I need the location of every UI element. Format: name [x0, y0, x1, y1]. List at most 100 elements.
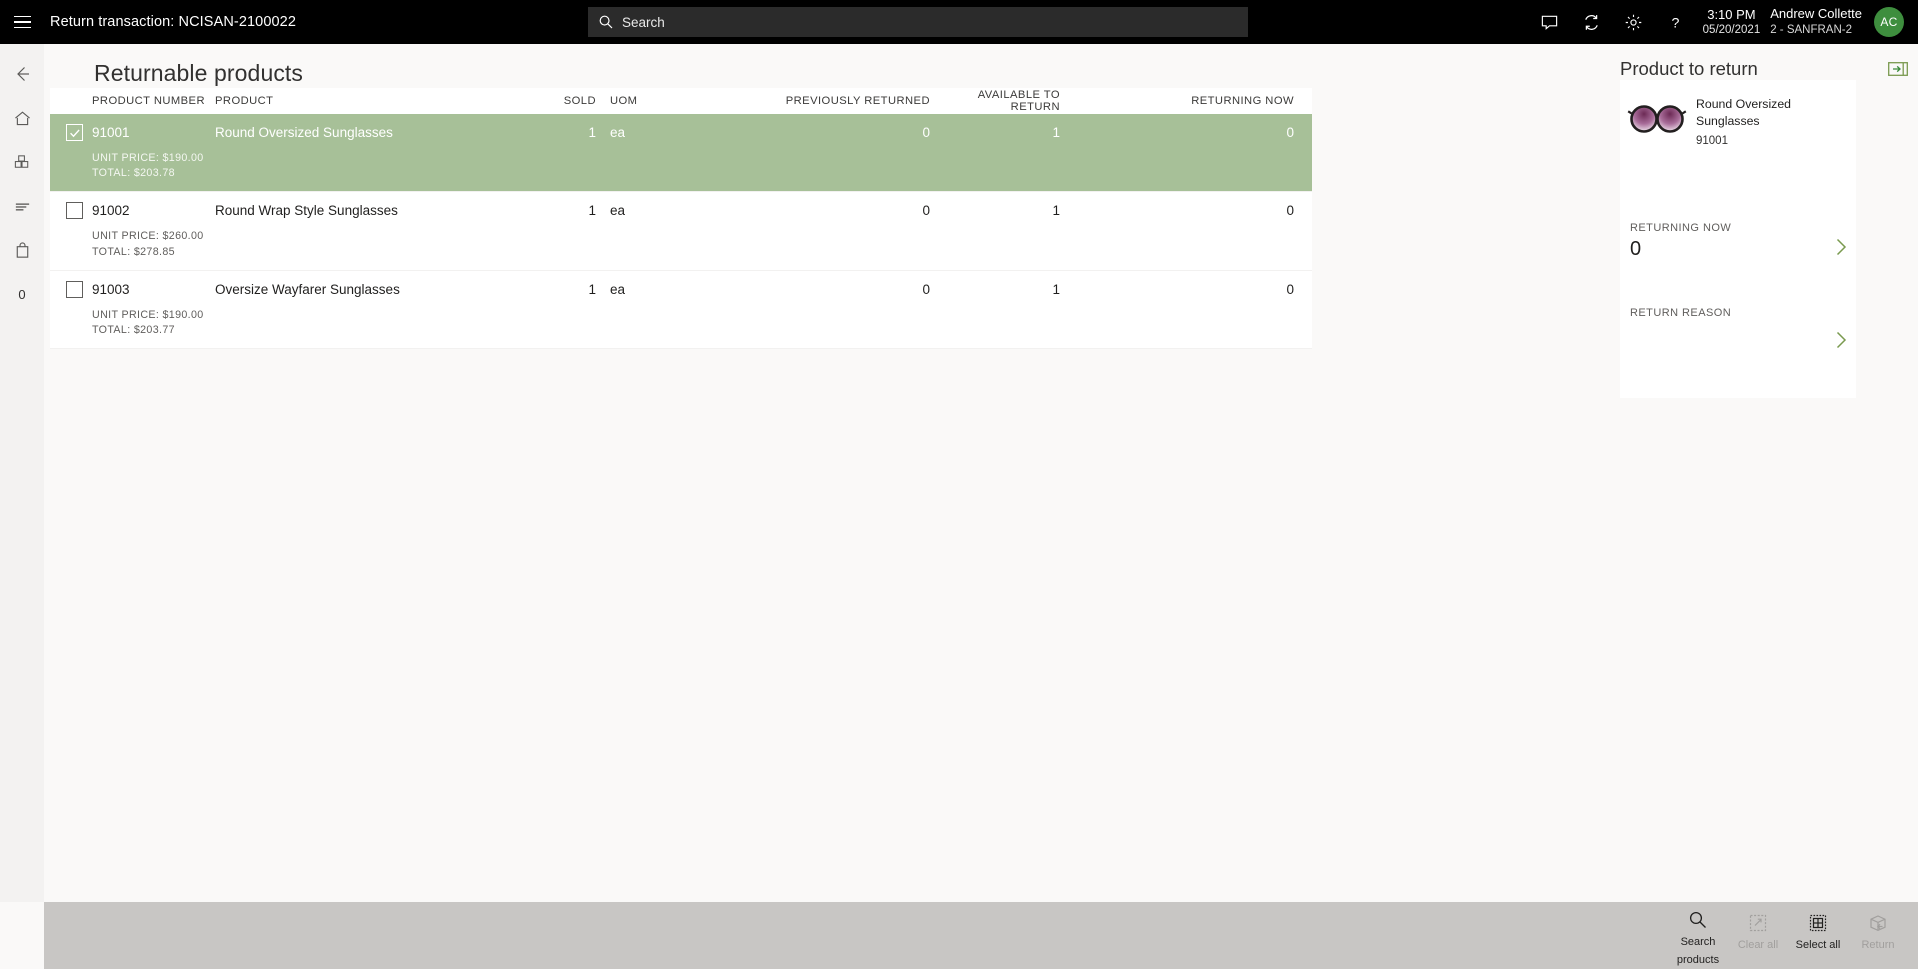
- header-previously-returned: PREVIOUSLY RETURNED: [785, 95, 930, 107]
- cell-previously-returned: 0: [922, 203, 930, 219]
- header-uom: UOM: [610, 95, 638, 107]
- bag-icon[interactable]: [0, 228, 44, 272]
- cell-unit-price: UNIT PRICE: $260.00: [92, 230, 204, 243]
- table-row[interactable]: 91001 Round Oversized Sunglasses 1 ea 0 …: [50, 114, 1312, 193]
- expand-panel-icon[interactable]: [1888, 62, 1908, 76]
- cell-total: TOTAL: $203.77: [92, 323, 175, 336]
- returning-now-label: RETURNING NOW: [1630, 222, 1732, 234]
- user-name: Andrew Collette: [1770, 6, 1862, 22]
- search-icon: [599, 15, 613, 29]
- product-to-return-card: Round Oversized Sunglasses 91001 RETURNI…: [1620, 80, 1856, 398]
- cell-unit-price: UNIT PRICE: $190.00: [92, 152, 204, 164]
- returning-now-field[interactable]: RETURNING NOW 0: [1630, 222, 1847, 261]
- row-checkbox[interactable]: [66, 202, 83, 220]
- cell-returning-now: 0: [1286, 203, 1294, 219]
- search-products-label-line1: Search: [1680, 935, 1716, 948]
- cell-available-to-return: 1: [1052, 125, 1060, 140]
- row-checkbox-cell[interactable]: [50, 280, 92, 298]
- back-icon[interactable]: [0, 52, 44, 96]
- top-bar-actions: ? 3:10 PM 05/20/2021 Andrew Collette 2 -…: [1529, 0, 1918, 44]
- svg-text:?: ?: [1672, 15, 1680, 31]
- select-all-label: Select all: [1795, 938, 1841, 951]
- products-icon[interactable]: [0, 140, 44, 184]
- grid-header-row: PRODUCT NUMBER PRODUCT SOLD UOM PREVIOUS…: [50, 88, 1312, 114]
- journal-icon[interactable]: [0, 184, 44, 228]
- search-products-label-line2: products: [1676, 953, 1720, 966]
- cell-returning-now: 0: [1286, 281, 1294, 297]
- sync-icon[interactable]: [1571, 0, 1613, 44]
- clock-time: 3:10 PM: [1707, 6, 1756, 22]
- panel-product-number: 91001: [1696, 135, 1728, 148]
- header-product-number: PRODUCT NUMBER: [92, 95, 206, 107]
- chat-icon[interactable]: [1529, 0, 1571, 44]
- cell-uom: ea: [610, 125, 626, 140]
- cell-total: TOTAL: $278.85: [92, 245, 175, 258]
- command-bar: Search products Clear all Select all Ret…: [44, 902, 1918, 969]
- cell-sold: 1: [588, 281, 596, 297]
- select-all-icon: [1808, 912, 1828, 934]
- return-box-icon: [1868, 912, 1888, 934]
- cell-product-number: 91002: [92, 203, 130, 219]
- clear-all-label: Clear all: [1737, 938, 1779, 951]
- user-info[interactable]: Andrew Collette 2 - SANFRAN-2: [1770, 6, 1862, 38]
- returning-now-value: 0: [1630, 238, 1642, 260]
- avatar[interactable]: AC: [1874, 7, 1904, 37]
- search-input[interactable]: Search: [588, 7, 1248, 37]
- left-rail: 0: [0, 44, 44, 902]
- cart-count[interactable]: 0: [0, 272, 44, 316]
- return-label: Return: [1861, 938, 1895, 951]
- return-reason-label: RETURN REASON: [1630, 307, 1732, 319]
- cell-previously-returned: 0: [922, 125, 930, 140]
- select-all-button[interactable]: Select all: [1788, 908, 1848, 964]
- product-to-return-panel: Product to return Round Oversized Sungla…: [1614, 44, 1918, 902]
- panel-product-name: Round Oversized Sunglasses: [1696, 97, 1792, 128]
- header-returning-now: RETURNING NOW: [1191, 95, 1294, 107]
- row-checkbox[interactable]: [66, 124, 83, 141]
- cell-sold: 1: [588, 125, 596, 140]
- hamburger-icon[interactable]: [0, 0, 44, 44]
- header-available-to-return: AVAILABLE TO RETURN: [977, 89, 1060, 113]
- returnable-products-grid: PRODUCT NUMBER PRODUCT SOLD UOM PREVIOUS…: [50, 88, 1312, 350]
- returnable-products-title: Returnable products: [94, 60, 304, 86]
- cell-total: TOTAL: $203.78: [92, 167, 175, 180]
- cell-sold: 1: [588, 203, 596, 219]
- clock: 3:10 PM 05/20/2021: [1703, 7, 1761, 38]
- cell-available-to-return: 1: [1052, 203, 1060, 219]
- clear-all-button[interactable]: Clear all: [1728, 908, 1788, 964]
- page-title: Return transaction: NCISAN-2100022: [50, 14, 296, 30]
- cell-uom: ea: [610, 203, 626, 219]
- search-icon: [1688, 909, 1708, 931]
- header-sold: SOLD: [563, 95, 596, 107]
- cell-product-number: 91003: [92, 281, 130, 297]
- product-to-return-title: Product to return: [1620, 58, 1758, 79]
- gear-icon[interactable]: [1613, 0, 1655, 44]
- return-reason-field[interactable]: RETURN REASON: [1630, 307, 1847, 349]
- help-icon[interactable]: ?: [1655, 0, 1697, 44]
- home-icon[interactable]: [0, 96, 44, 140]
- chevron-right-icon[interactable]: [1830, 329, 1852, 351]
- row-checkbox-cell[interactable]: [50, 124, 92, 141]
- cell-previously-returned: 0: [922, 281, 930, 297]
- cell-returning-now: 0: [1286, 125, 1294, 140]
- cell-unit-price: UNIT PRICE: $190.00: [92, 308, 204, 321]
- table-row[interactable]: 91003 Oversize Wayfarer Sunglasses 1 ea …: [50, 270, 1312, 350]
- cell-uom: ea: [610, 281, 626, 297]
- search-products-button[interactable]: Search products: [1668, 905, 1728, 966]
- cell-product: Oversize Wayfarer Sunglasses: [215, 281, 400, 297]
- top-bar: Return transaction: NCISAN-2100022 Searc…: [0, 0, 1918, 44]
- row-checkbox[interactable]: [66, 280, 83, 298]
- check-icon: [69, 129, 80, 137]
- search-placeholder: Search: [622, 14, 665, 30]
- cell-available-to-return: 1: [1052, 281, 1060, 297]
- cell-product: Round Wrap Style Sunglasses: [215, 203, 398, 219]
- chevron-right-icon[interactable]: [1830, 236, 1852, 258]
- cell-product: Round Oversized Sunglasses: [215, 125, 393, 140]
- clear-icon: [1748, 912, 1768, 934]
- user-store: 2 - SANFRAN-2: [1770, 23, 1853, 36]
- cell-product-number: 91001: [92, 125, 130, 140]
- return-button[interactable]: Return: [1848, 908, 1908, 964]
- row-checkbox-cell[interactable]: [50, 202, 92, 220]
- sunglasses-thumbnail: [1627, 105, 1687, 133]
- table-row[interactable]: 91002 Round Wrap Style Sunglasses 1 ea 0…: [50, 192, 1312, 271]
- clock-date: 05/20/2021: [1702, 23, 1761, 36]
